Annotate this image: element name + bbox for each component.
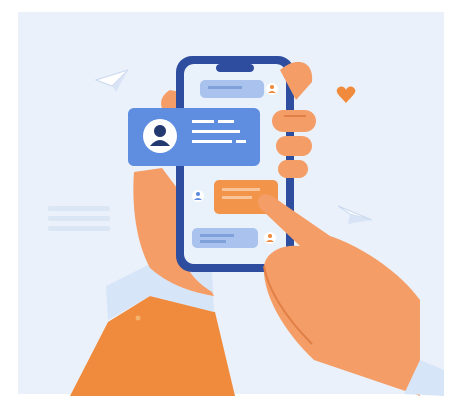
illustration [18,12,444,396]
decorative-lines [48,206,110,231]
contact-card [128,108,260,166]
illustration-stage [0,0,460,400]
